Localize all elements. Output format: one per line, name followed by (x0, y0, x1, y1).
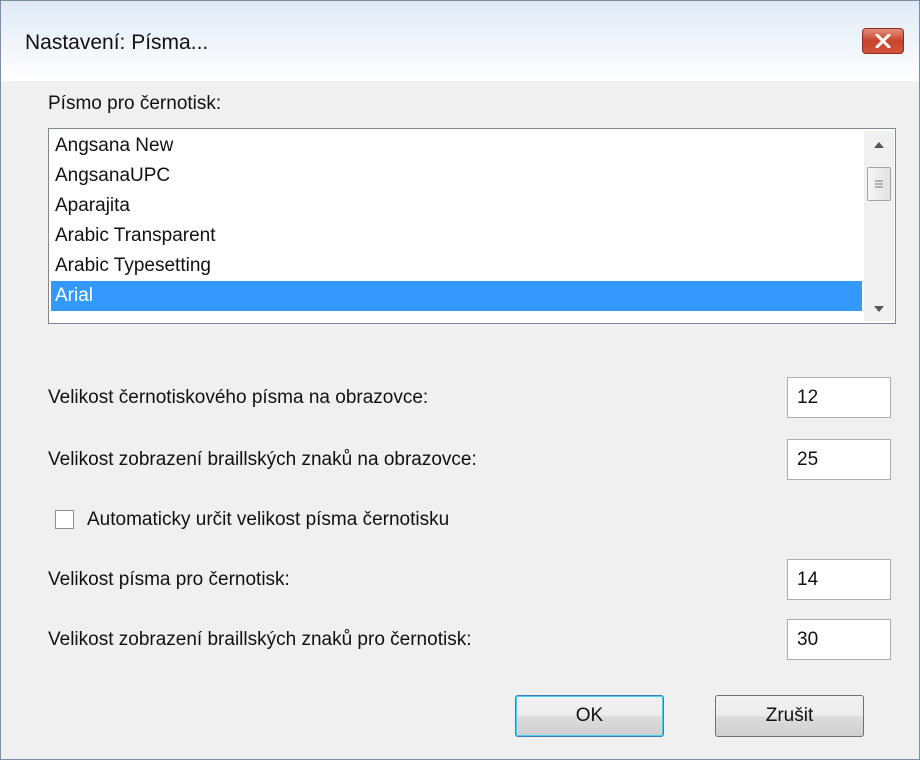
scroll-up-button[interactable] (864, 133, 894, 157)
scroll-thumb[interactable] (867, 167, 891, 201)
grip-icon (875, 180, 883, 188)
list-item-selected[interactable]: Arial (51, 281, 862, 311)
chevron-up-icon (874, 142, 884, 148)
list-item[interactable]: AngsanaUPC (51, 161, 862, 191)
screen-print-size-input[interactable]: 12 (787, 377, 891, 418)
list-item[interactable]: Arabic Typesetting (51, 251, 862, 281)
font-list-items: Angsana New AngsanaUPC Aparajita Arabic … (51, 131, 862, 321)
dialog-content: Písmo pro černotisk: Angsana New Angsana… (8, 81, 912, 752)
dialog-window: Nastavení: Písma... Písmo pro černotisk:… (0, 0, 920, 760)
print-braille-size-label: Velikost zobrazení braillských znaků pro… (48, 629, 472, 650)
close-button[interactable] (862, 28, 904, 54)
title-bar[interactable]: Nastavení: Písma... (1, 1, 919, 81)
scroll-down-button[interactable] (864, 297, 894, 321)
font-listbox[interactable]: Angsana New AngsanaUPC Aparajita Arabic … (48, 128, 896, 324)
screen-braille-size-input[interactable]: 25 (787, 439, 891, 480)
list-item[interactable]: Angsana New (51, 131, 862, 161)
ok-button[interactable]: OK (515, 695, 664, 737)
print-font-size-label: Velikost písma pro černotisk: (48, 569, 290, 590)
print-font-size-input[interactable]: 14 (787, 559, 891, 600)
window-title: Nastavení: Písma... (25, 31, 209, 54)
auto-size-label[interactable]: Automaticky určit velikost písma černoti… (87, 509, 449, 531)
print-braille-size-input[interactable]: 30 (787, 619, 891, 660)
screen-braille-size-label: Velikost zobrazení braillských znaků na … (48, 449, 477, 470)
list-scrollbar[interactable] (864, 131, 894, 321)
font-list-label: Písmo pro černotisk: (48, 93, 222, 114)
list-item[interactable]: Aparajita (51, 191, 862, 221)
cancel-button[interactable]: Zrušit (715, 695, 864, 737)
screen-print-size-label: Velikost černotiskového písma na obrazov… (48, 387, 429, 408)
close-icon (875, 34, 891, 48)
list-item[interactable]: Arabic Transparent (51, 221, 862, 251)
chevron-down-icon (874, 306, 884, 312)
auto-size-checkbox[interactable] (55, 510, 74, 529)
